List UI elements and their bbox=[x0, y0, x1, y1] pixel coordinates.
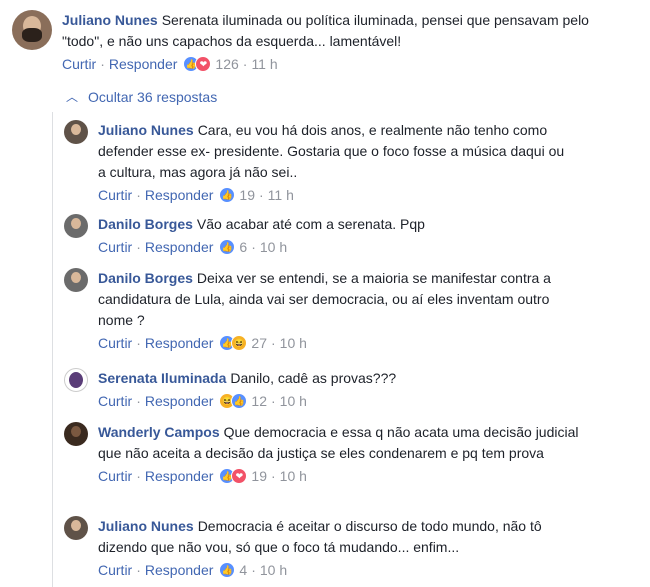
avatar[interactable] bbox=[64, 422, 88, 446]
separator: · bbox=[136, 335, 141, 351]
avatar[interactable] bbox=[12, 10, 52, 50]
timestamp[interactable]: 10 h bbox=[260, 239, 287, 255]
separator: · bbox=[270, 468, 276, 484]
author-name[interactable]: Danilo Borges bbox=[98, 270, 193, 286]
timestamp[interactable]: 10 h bbox=[280, 393, 307, 409]
reactions[interactable]: 👍 bbox=[219, 239, 236, 255]
author-name[interactable]: Juliano Nunes bbox=[62, 12, 158, 28]
reply-button[interactable]: Responder bbox=[145, 239, 214, 255]
reactions[interactable]: 👍 bbox=[219, 187, 236, 203]
reply-comment: Juliano Nunes Cara, eu vou há dois anos, … bbox=[64, 120, 634, 205]
serenata-logo-icon bbox=[69, 372, 83, 388]
separator: · bbox=[251, 562, 256, 578]
avatar[interactable] bbox=[64, 368, 88, 392]
timestamp[interactable]: 10 h bbox=[260, 562, 287, 578]
reply-button[interactable]: Responder bbox=[145, 562, 214, 578]
like-button[interactable]: Curtir bbox=[98, 393, 132, 409]
reaction-count: 6 bbox=[239, 239, 248, 255]
love-reaction-icon: ❤ bbox=[231, 468, 248, 484]
reactions[interactable]: 😆 👍 bbox=[219, 393, 248, 409]
separator: · bbox=[258, 187, 264, 203]
author-name[interactable]: Juliano Nunes bbox=[98, 122, 194, 138]
reaction-count: 126 bbox=[215, 56, 239, 72]
reactions[interactable]: 👍 ❤ bbox=[219, 468, 248, 484]
separator: · bbox=[251, 239, 256, 255]
main-comment: Juliano Nunes Serenata iluminada ou polít… bbox=[12, 10, 642, 74]
reactions[interactable]: 👍 ❤ bbox=[183, 56, 212, 72]
reply-button[interactable]: Responder bbox=[109, 56, 178, 72]
like-button[interactable]: Curtir bbox=[98, 335, 132, 351]
reply-comment: Danilo Borges Deixa ver se entendi, se a … bbox=[64, 268, 634, 353]
comment-body: Danilo, cadê as provas??? bbox=[230, 370, 397, 386]
comment-text: Juliano Nunes Serenata iluminada ou polít… bbox=[62, 10, 632, 52]
like-reaction-icon: 👍 bbox=[231, 393, 248, 409]
like-button[interactable]: Curtir bbox=[62, 56, 96, 72]
reaction-count: 12 bbox=[251, 393, 267, 409]
author-name[interactable]: Juliano Nunes bbox=[98, 518, 194, 534]
reply-button[interactable]: Responder bbox=[145, 393, 214, 409]
reply-comment: Juliano Nunes Democracia é aceitar o disc… bbox=[64, 516, 634, 580]
reply-button[interactable]: Responder bbox=[145, 187, 214, 203]
chevron-up-icon: ︿ bbox=[66, 90, 79, 104]
reaction-count: 19 bbox=[239, 187, 255, 203]
like-button[interactable]: Curtir bbox=[98, 562, 132, 578]
avatar[interactable] bbox=[64, 214, 88, 238]
separator: · bbox=[136, 468, 141, 484]
reaction-count: 4 bbox=[239, 562, 248, 578]
timestamp[interactable]: 10 h bbox=[280, 335, 307, 351]
comment-body: Vão acabar até com a serenata. Pqp bbox=[196, 216, 425, 232]
reaction-count: 19 bbox=[251, 468, 267, 484]
like-reaction-icon: 👍 bbox=[219, 239, 236, 255]
reply-button[interactable]: Responder bbox=[145, 468, 214, 484]
toggle-label: Ocultar 36 respostas bbox=[88, 88, 218, 105]
like-reaction-icon: 👍 bbox=[219, 187, 236, 203]
separator: · bbox=[136, 239, 141, 255]
author-name[interactable]: Serenata Iluminada bbox=[98, 370, 226, 386]
avatar[interactable] bbox=[64, 268, 88, 292]
reactions[interactable]: 👍 bbox=[219, 562, 236, 578]
separator: · bbox=[136, 393, 141, 409]
avatar[interactable] bbox=[64, 516, 88, 540]
like-reaction-icon: 👍 bbox=[219, 562, 236, 578]
author-name[interactable]: Danilo Borges bbox=[98, 216, 193, 232]
like-button[interactable]: Curtir bbox=[98, 468, 132, 484]
reactions[interactable]: 👍 😆 bbox=[219, 335, 248, 351]
avatar[interactable] bbox=[64, 120, 88, 144]
reply-comment: Wanderly Campos Que democracia e essa q n… bbox=[64, 422, 634, 486]
separator: · bbox=[270, 393, 276, 409]
separator: · bbox=[270, 335, 276, 351]
reaction-count: 27 bbox=[251, 335, 267, 351]
timestamp[interactable]: 10 h bbox=[280, 468, 307, 484]
love-reaction-icon: ❤ bbox=[195, 56, 212, 72]
reply-comment: Serenata Iluminada Danilo, cadê as provas… bbox=[64, 368, 634, 411]
reply-comment: Danilo Borges Vão acabar até com a serena… bbox=[64, 214, 634, 257]
author-name[interactable]: Wanderly Campos bbox=[98, 424, 220, 440]
thread-line bbox=[52, 112, 53, 587]
timestamp[interactable]: 11 h bbox=[268, 187, 294, 203]
separator: · bbox=[242, 56, 248, 72]
haha-reaction-icon: 😆 bbox=[231, 335, 248, 351]
separator: · bbox=[136, 562, 141, 578]
timestamp[interactable]: 11 h bbox=[251, 56, 277, 72]
like-button[interactable]: Curtir bbox=[98, 187, 132, 203]
like-button[interactable]: Curtir bbox=[98, 239, 132, 255]
separator: · bbox=[100, 56, 105, 72]
reply-button[interactable]: Responder bbox=[145, 335, 214, 351]
separator: · bbox=[136, 187, 141, 203]
hide-replies-toggle[interactable]: ︿ Ocultar 36 respostas bbox=[66, 88, 217, 105]
